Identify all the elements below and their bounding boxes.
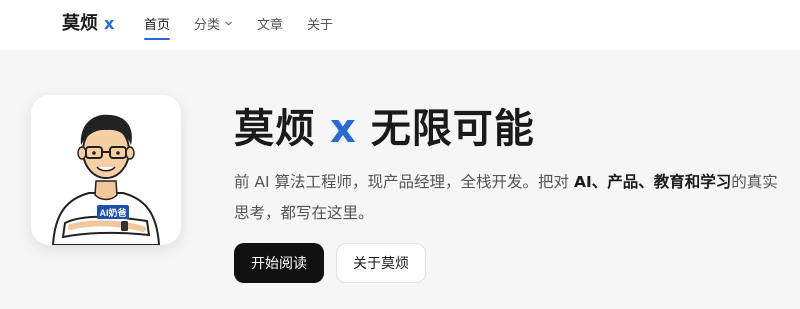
start-reading-label: 开始阅读 [251,256,307,272]
nav-about[interactable]: 关于 [307,12,333,34]
about-button-label: 关于莫烦 [353,256,409,272]
hero-title-suffix: 无限可能 [370,106,535,152]
avatar: AI奶爸 [31,95,181,245]
avatar-badge-text: AI奶爸 [99,207,126,218]
hero-desc-highlight: AI、产品、教育和学习 [573,173,732,191]
hero-desc-part1: 前 AI 算法工程师，现产品经理，全栈开发。把对 [234,173,574,191]
nav-categories-label: 分类 [194,17,221,33]
start-reading-button[interactable]: 开始阅读 [234,243,324,283]
main-nav: 首页 分类 文章 关于 [144,12,357,40]
brand-name: 莫烦 [62,13,98,34]
hero-title-x: x [330,106,357,152]
chevron-down-icon [225,21,232,25]
about-button[interactable]: 关于莫烦 [336,243,426,283]
nav-categories[interactable]: 分类 [194,12,233,34]
hero-title: 莫烦 x 无限可能 [234,96,535,154]
hero-description: 前 AI 算法工程师，现产品经理，全栈开发。把对 AI、产品、教育和学习的真实思… [234,167,779,229]
brand-x: x [104,14,115,33]
top-navbar: 莫烦 x 首页 分类 文章 关于 [0,0,800,50]
site-logo[interactable]: 莫烦 x [62,9,114,35]
nav-articles-label: 文章 [257,17,284,33]
avatar-illustration: AI奶爸 [51,114,161,245]
nav-home[interactable]: 首页 [144,12,171,40]
nav-home-label: 首页 [144,17,171,33]
nav-articles[interactable]: 文章 [257,12,283,34]
hero-title-prefix: 莫烦 [234,106,316,152]
nav-about-label: 关于 [307,17,334,33]
